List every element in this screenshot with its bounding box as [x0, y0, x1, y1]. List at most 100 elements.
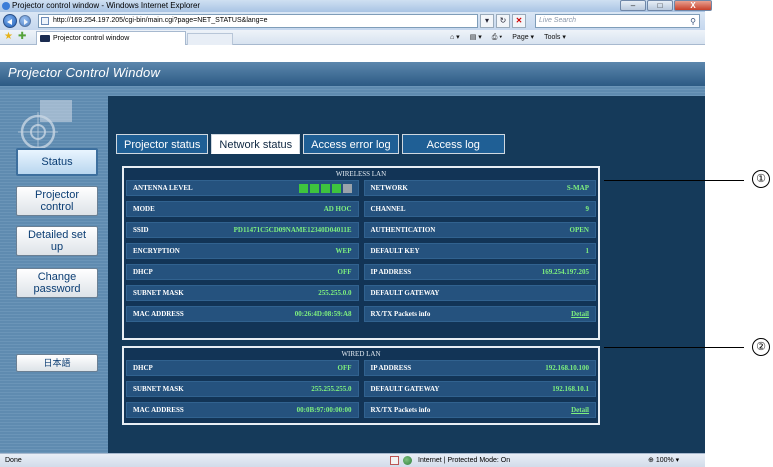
wired-ip-address-label: IP ADDRESS: [370, 364, 412, 372]
wireless-ip-address-row: IP ADDRESS 169.254.197.205: [363, 264, 596, 280]
wireless-network-row: NETWORK S-MAP: [363, 180, 596, 196]
url-text: http://169.254.197.205/cgi-bin/main.cgi?…: [53, 17, 268, 24]
tab-projector-status[interactable]: Projector status: [116, 134, 209, 154]
wired-subnet-mask-label: SUBNET MASK: [133, 385, 184, 393]
wired-ip-address-row: IP ADDRESS 192.168.10.100: [363, 360, 596, 376]
wired-lan-grid: DHCP OFF IP ADDRESS 192.168.10.100 SUBNE…: [126, 360, 596, 418]
wireless-ssid-label: SSID: [133, 226, 149, 234]
wireless-channel-row: CHANNEL 9: [363, 201, 596, 217]
new-tab-button[interactable]: [187, 33, 233, 45]
wireless-mac-address-value: 00:26:4D:08:59:A8: [294, 310, 352, 318]
wireless-encryption-row: ENCRYPTION WEP: [126, 243, 359, 259]
wired-default-gateway-row: DEFAULT GATEWAY 192.168.10.1: [363, 381, 596, 397]
wireless-mode-label: MODE: [133, 205, 155, 213]
wireless-authentication-value: OPEN: [569, 226, 589, 234]
sidebar-japanese-button[interactable]: 日本語: [16, 354, 98, 372]
sidebar-detailed-setup-button[interactable]: Detailed set up: [16, 226, 98, 256]
wireless-default-key-value: 1: [585, 247, 590, 255]
command-bar: ⌂ ▾ ▤ ▾ ⎙ ▾ Page ▾ Tools ▾: [450, 31, 566, 44]
wireless-packets-label: RX/TX Packets info: [370, 310, 431, 318]
wireless-channel-value: 9: [585, 205, 590, 213]
search-placeholder: Live Search: [539, 17, 576, 24]
forward-button[interactable]: [19, 15, 31, 27]
browser-tab-title: Projector control window: [53, 35, 130, 42]
add-favorite-icon[interactable]: ✚: [18, 32, 26, 42]
wireless-lan-section: WIRELESS LAN ANTENNA LEVEL NETWORK S-MAP…: [122, 166, 600, 340]
zoom-level[interactable]: ⊕ 100% ▾: [648, 454, 679, 467]
wired-packets-row: RX/TX Packets info Detail: [363, 402, 596, 418]
refresh-icon[interactable]: ↻: [496, 14, 510, 28]
zoom-value: 100%: [655, 457, 674, 464]
wired-subnet-mask-value: 255.255.255.0: [311, 385, 352, 393]
antenna-bar-on: [309, 183, 319, 193]
url-input[interactable]: http://169.254.197.205/cgi-bin/main.cgi?…: [38, 14, 478, 28]
wireless-default-gateway-row: DEFAULT GATEWAY: [363, 285, 596, 301]
wireless-lan-grid: ANTENNA LEVEL NETWORK S-MAP MODE AD HOC …: [126, 180, 596, 322]
favorites-star-icon[interactable]: ★: [4, 32, 13, 42]
security-zone[interactable]: Internet | Protected Mode: On: [390, 454, 510, 467]
antenna-level-bars: [298, 183, 352, 193]
app-title-strip: Projector Control Window: [0, 62, 705, 86]
antenna-bar-on: [320, 183, 330, 193]
wireless-network-value: S-MAP: [566, 184, 589, 192]
status-text: Done: [5, 457, 22, 464]
callout-1: ①: [752, 170, 770, 188]
tab-access-error-log[interactable]: Access error log: [303, 134, 399, 154]
wired-dhcp-row: DHCP OFF: [126, 360, 359, 376]
sidebar-status-button[interactable]: Status: [16, 148, 98, 176]
feeds-icon[interactable]: ▤ ▾: [470, 31, 482, 44]
wireless-network-label: NETWORK: [370, 184, 408, 192]
wireless-antenna-level: ANTENNA LEVEL: [126, 180, 359, 196]
antenna-bar-off: [342, 183, 352, 193]
wireless-mode-row: MODE AD HOC: [126, 201, 359, 217]
stop-icon[interactable]: ✕: [512, 14, 526, 28]
wireless-ip-address-label: IP ADDRESS: [370, 268, 412, 276]
callout-line-2: [604, 347, 744, 348]
home-icon[interactable]: ⌂ ▾: [450, 31, 460, 44]
wireless-lan-title: WIRELESS LAN: [335, 170, 387, 178]
maximize-button[interactable]: □: [647, 0, 673, 11]
wireless-mac-address-label: MAC ADDRESS: [133, 310, 184, 318]
projector-control-page: Projector Control Window Status Projecto…: [0, 46, 705, 453]
wireless-authentication-row: AUTHENTICATION OPEN: [363, 222, 596, 238]
search-icon[interactable]: ⚲: [690, 16, 696, 28]
back-button[interactable]: [3, 14, 17, 28]
wired-mac-address-row: MAC ADDRESS 00:0B:97:00:00:00: [126, 402, 359, 418]
wireless-dhcp-row: DHCP OFF: [126, 264, 359, 280]
tab-network-status[interactable]: Network status: [211, 134, 301, 154]
page-menu[interactable]: Page ▾: [512, 31, 534, 44]
wired-detail-link[interactable]: Detail: [571, 406, 589, 414]
wired-lan-title: WIRED LAN: [341, 350, 381, 358]
window-title: Projector control window - Windows Inter…: [12, 1, 201, 10]
wireless-default-key-row: DEFAULT KEY 1: [363, 243, 596, 259]
sidebar-projector-control-button[interactable]: Projector control: [16, 186, 98, 216]
wireless-subnet-mask-row: SUBNET MASK 255.255.0.0: [126, 285, 359, 301]
sidebar-change-password-button[interactable]: Change password: [16, 268, 98, 298]
address-bar: http://169.254.197.205/cgi-bin/main.cgi?…: [0, 12, 705, 30]
wireless-detail-link[interactable]: Detail: [571, 310, 589, 318]
tools-menu[interactable]: Tools ▾: [544, 31, 566, 44]
print-icon[interactable]: ⎙ ▾: [492, 31, 503, 44]
panasonic-logo-icon: [18, 100, 72, 152]
wireless-subnet-mask-label: SUBNET MASK: [133, 289, 184, 297]
callout-2: ②: [752, 338, 770, 356]
content-panel: Projector status Network status Access e…: [108, 96, 705, 453]
close-button[interactable]: X: [674, 0, 712, 11]
antenna-bar-on: [298, 183, 308, 193]
tab-access-log[interactable]: Access log: [401, 134, 505, 154]
search-input[interactable]: Live Search ⚲: [535, 14, 700, 28]
minimize-button[interactable]: –: [620, 0, 646, 11]
wired-default-gateway-value: 192.168.10.1: [552, 385, 589, 393]
app-header: Projector Control Window: [0, 46, 705, 86]
wired-lan-section: WIRED LAN DHCP OFF IP ADDRESS 192.168.10…: [122, 346, 600, 425]
browser-status-bar: Done Internet | Protected Mode: On ⊕ 100…: [0, 453, 705, 467]
dropdown-icon[interactable]: ▾: [480, 14, 494, 28]
wireless-mac-address-row: MAC ADDRESS 00:26:4D:08:59:A8: [126, 306, 359, 322]
wireless-encryption-label: ENCRYPTION: [133, 247, 180, 255]
sidebar-japanese-label: 日本語: [43, 358, 71, 368]
wireless-antenna-label: ANTENNA LEVEL: [133, 184, 193, 192]
app-body: Status Projector control Detailed set up…: [0, 86, 705, 453]
wireless-dhcp-value: OFF: [337, 268, 352, 276]
browser-tab[interactable]: Projector control window: [36, 31, 186, 45]
window-controls: – □ X: [620, 0, 712, 12]
